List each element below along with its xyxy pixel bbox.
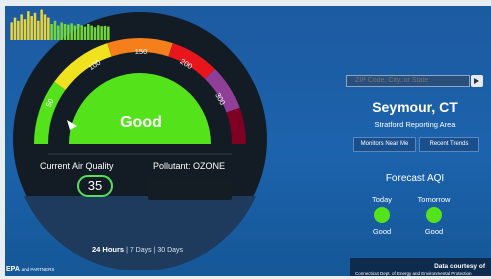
forecast-title: Forecast AQI <box>385 173 445 184</box>
range-7-days[interactable]: 7 Days <box>130 247 152 254</box>
history-bar <box>87 24 90 40</box>
history-bar <box>67 24 70 40</box>
history-bar <box>73 25 77 40</box>
aqi-status-label: Good <box>120 114 162 131</box>
epa-logo-subtext: and PARTNERS <box>21 267 55 272</box>
history-bar <box>50 24 53 40</box>
history-panel <box>24 196 256 270</box>
history-bar <box>100 26 103 40</box>
city-name: Seymour, CT <box>372 99 458 115</box>
history-bar <box>97 25 100 40</box>
location-search-input[interactable] <box>346 75 470 87</box>
range-separator-2: | <box>153 247 156 254</box>
history-bar <box>107 26 110 40</box>
history-bar <box>60 22 63 40</box>
range-30-days[interactable]: 30 Days <box>157 247 183 254</box>
range-separator: | <box>126 247 128 254</box>
reporting-area: Stratford Reporting Area <box>374 120 456 129</box>
history-bar <box>77 24 80 40</box>
history-bar <box>47 17 50 40</box>
history-bar <box>23 19 27 40</box>
history-bar <box>90 25 93 40</box>
frame-top <box>0 0 491 6</box>
aqi-value: 35 <box>77 175 113 197</box>
current-air-quality-label: Current Air Quality <box>40 161 114 171</box>
forecast-today-label: Today <box>371 195 392 204</box>
pollutant-panel <box>148 178 232 200</box>
epa-logo-text: EPA <box>6 266 20 273</box>
forecast-tomorrow-category: Good <box>424 227 444 236</box>
history-bar <box>93 27 97 40</box>
pollutant-label: Pollutant: OZONE <box>153 161 226 171</box>
data-courtesy-title: Data courtesy of <box>434 263 485 270</box>
forecast-tomorrow-label: Tomorrow <box>417 195 451 204</box>
aqi-gauge: 50 100 150 200 300 Good Current Air Qual… <box>10 8 270 270</box>
history-bar <box>53 20 57 40</box>
aqi-history-chart <box>10 9 110 40</box>
history-bar <box>37 20 40 40</box>
forecast-today-category: Good <box>372 227 392 236</box>
gauge-segment-hazardous <box>226 107 247 145</box>
history-bar <box>30 16 33 40</box>
history-bar <box>63 24 67 40</box>
history-bar <box>20 14 23 40</box>
epa-partners-logo[interactable]: EPA and PARTNERS <box>6 266 54 273</box>
range-24-hours[interactable]: 24 Hours <box>92 245 124 254</box>
forecast-tomorrow-indicator <box>426 207 442 223</box>
history-bar <box>10 22 13 40</box>
search-go-button[interactable] <box>471 75 483 87</box>
monitors-near-me-button[interactable]: Monitors Near Me <box>353 137 416 152</box>
gauge-tick-150: 150 <box>135 47 148 56</box>
history-bar <box>13 17 17 40</box>
history-bar <box>27 11 30 40</box>
recent-trends-button[interactable]: Recent Trends <box>419 137 479 152</box>
gauge-dial: 50 100 150 200 300 <box>13 12 267 270</box>
forecast-today-indicator <box>374 207 390 223</box>
history-bar <box>43 14 47 40</box>
history-bar <box>103 25 107 40</box>
frame-left <box>0 0 5 279</box>
history-bar <box>70 23 73 40</box>
history-bar <box>57 25 60 40</box>
history-bar <box>17 20 20 40</box>
history-bar <box>33 12 37 40</box>
history-bar <box>40 9 43 40</box>
history-bar <box>83 26 87 40</box>
history-range-controls: 24 Hours | 7 Days | 30 Days <box>92 245 183 254</box>
data-courtesy-panel: Data courtesy of Connecticut Dept. of En… <box>350 258 491 278</box>
history-bar <box>80 25 83 40</box>
